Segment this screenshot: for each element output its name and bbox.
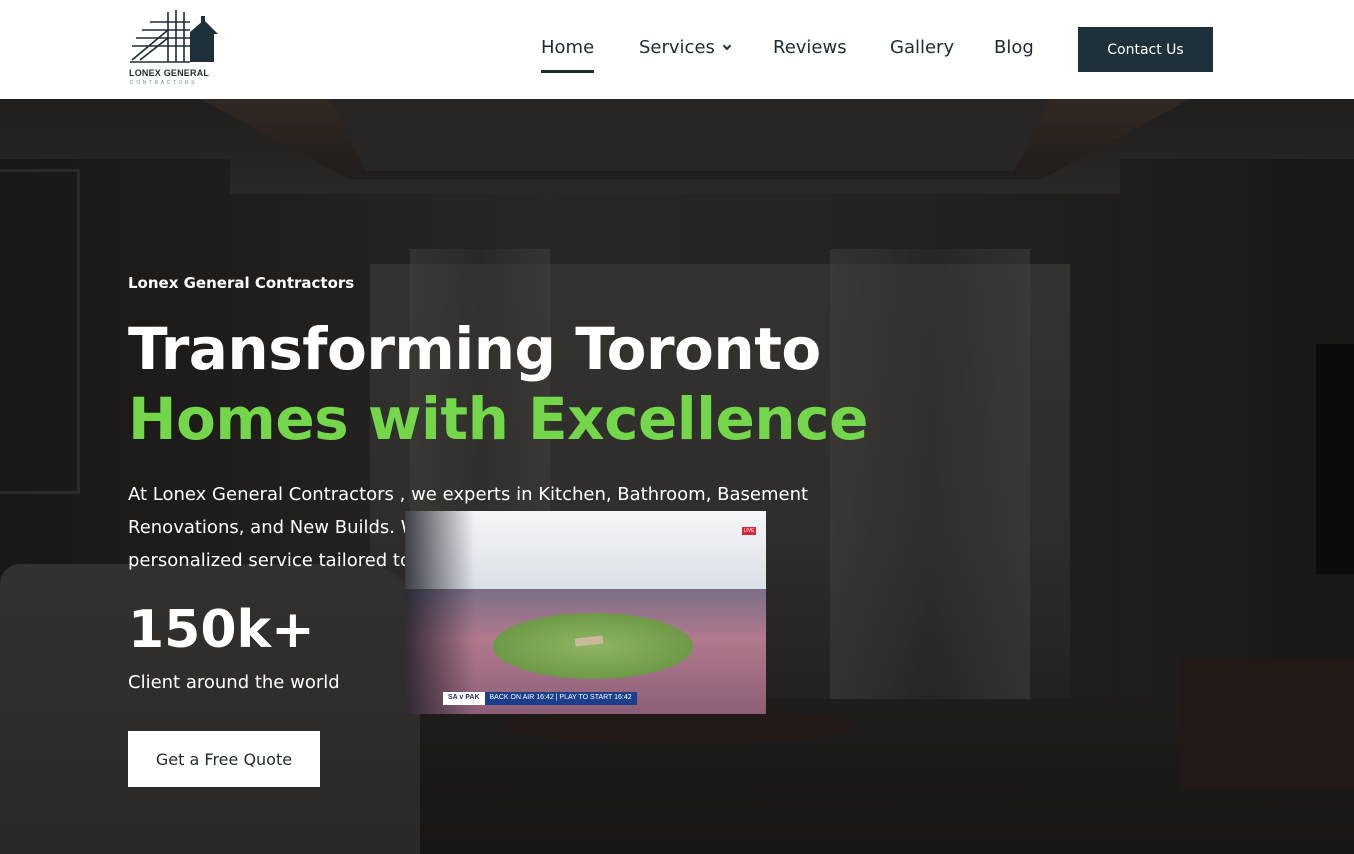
video-score-ticker: SA v PAK BACK ON AIR 16:42 | PLAY TO STA… bbox=[443, 692, 637, 705]
logo-wordmark: LONEX GENERAL bbox=[129, 68, 210, 78]
house-scaffold-icon bbox=[130, 10, 218, 63]
video-player-overlay[interactable]: LIVE SA v PAK BACK ON AIR 16:42 | PLAY T… bbox=[405, 511, 766, 714]
score-label: SA v PAK bbox=[443, 692, 485, 705]
site-header: LONEX GENERAL CONTRACTORS Home Services … bbox=[0, 0, 1354, 99]
logo-subtitle: CONTRACTORS bbox=[130, 80, 198, 86]
hero-eyebrow: Lonex General Contractors bbox=[128, 274, 355, 292]
nav-reviews[interactable]: Reviews bbox=[773, 37, 847, 58]
contact-us-button[interactable]: Contact Us bbox=[1078, 27, 1213, 72]
get-free-quote-button[interactable]: Get a Free Quote bbox=[128, 731, 320, 787]
channel-logo-icon: LIVE bbox=[742, 527, 756, 535]
nav-home[interactable]: Home bbox=[541, 37, 595, 73]
ticker-text: BACK ON AIR 16:42 | PLAY TO START 16:42 bbox=[484, 692, 637, 705]
hero-title-line2: Homes with Excellence bbox=[128, 385, 868, 453]
site-logo[interactable]: LONEX GENERAL CONTRACTORS bbox=[128, 8, 223, 88]
nav-services-label: Services bbox=[639, 37, 715, 58]
chevron-down-icon bbox=[722, 41, 732, 51]
nav-services[interactable]: Services bbox=[639, 37, 732, 58]
video-cricket-field bbox=[493, 613, 693, 679]
hero-title-line1: Transforming Toronto bbox=[128, 315, 821, 383]
nav-gallery[interactable]: Gallery bbox=[890, 37, 954, 58]
video-lens-edge bbox=[405, 511, 475, 714]
stat-number: 150k+ bbox=[128, 600, 315, 660]
stat-label: Client around the world bbox=[128, 672, 340, 693]
nav-blog[interactable]: Blog bbox=[994, 37, 1034, 58]
